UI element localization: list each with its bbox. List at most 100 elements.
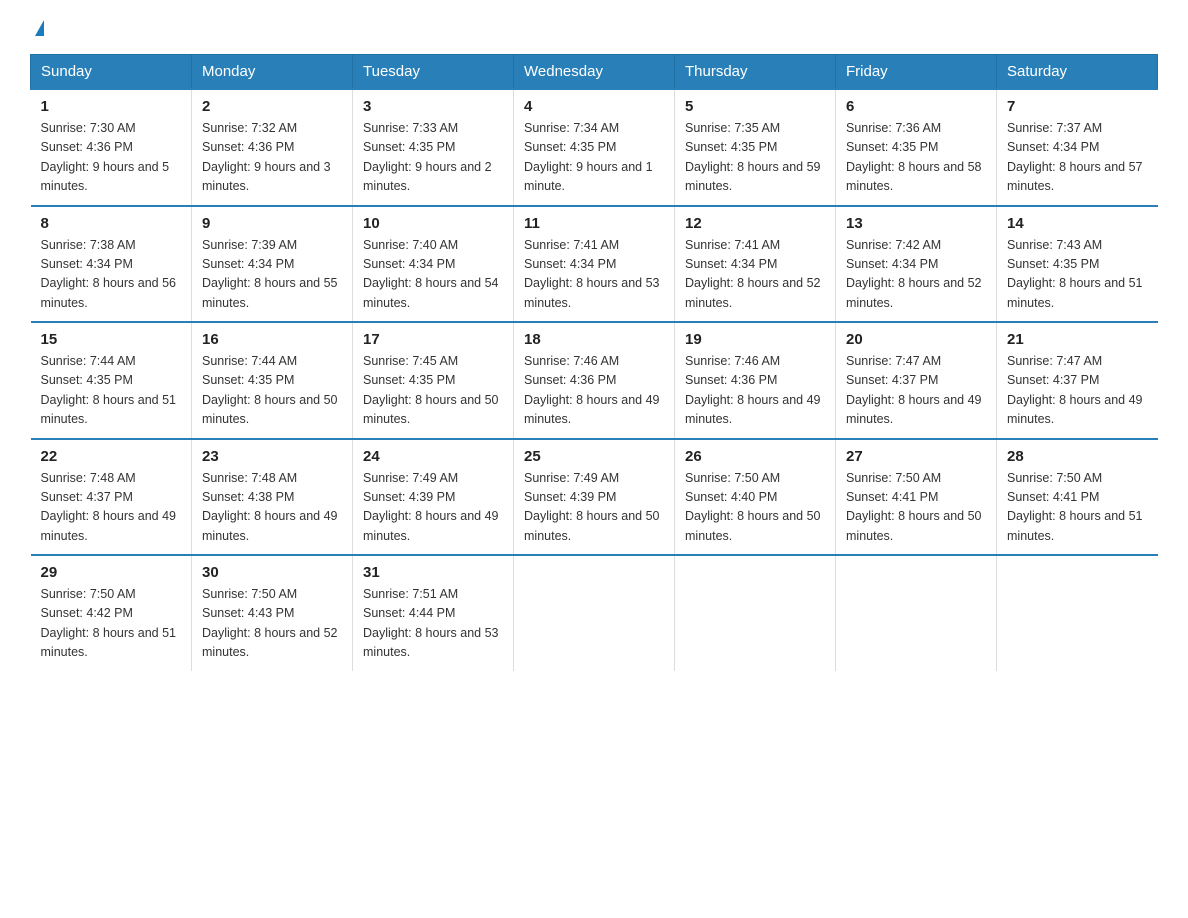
day-info: Sunrise: 7:34 AMSunset: 4:35 PMDaylight:…: [524, 119, 664, 197]
calendar-cell: 7 Sunrise: 7:37 AMSunset: 4:34 PMDaylight…: [997, 89, 1158, 206]
calendar-cell: 8 Sunrise: 7:38 AMSunset: 4:34 PMDaylight…: [31, 206, 192, 323]
day-info: Sunrise: 7:50 AMSunset: 4:43 PMDaylight:…: [202, 585, 342, 663]
header-thursday: Thursday: [675, 55, 836, 90]
day-number: 18: [524, 331, 664, 348]
header-wednesday: Wednesday: [514, 55, 675, 90]
day-info: Sunrise: 7:32 AMSunset: 4:36 PMDaylight:…: [202, 119, 342, 197]
day-number: 30: [202, 564, 342, 581]
day-info: Sunrise: 7:50 AMSunset: 4:41 PMDaylight:…: [1007, 469, 1148, 547]
day-number: 10: [363, 215, 503, 232]
calendar-cell: [514, 555, 675, 671]
calendar-cell: 6 Sunrise: 7:36 AMSunset: 4:35 PMDaylight…: [836, 89, 997, 206]
day-info: Sunrise: 7:48 AMSunset: 4:37 PMDaylight:…: [41, 469, 182, 547]
calendar-cell: 29 Sunrise: 7:50 AMSunset: 4:42 PMDayligh…: [31, 555, 192, 671]
calendar-cell: 11 Sunrise: 7:41 AMSunset: 4:34 PMDayligh…: [514, 206, 675, 323]
calendar-cell: 9 Sunrise: 7:39 AMSunset: 4:34 PMDaylight…: [192, 206, 353, 323]
day-number: 6: [846, 98, 986, 115]
day-number: 29: [41, 564, 182, 581]
day-info: Sunrise: 7:51 AMSunset: 4:44 PMDaylight:…: [363, 585, 503, 663]
week-row-3: 15 Sunrise: 7:44 AMSunset: 4:35 PMDayligh…: [31, 322, 1158, 439]
calendar-cell: 21Sunrise: 7:47 AMSunset: 4:37 PMDayligh…: [997, 322, 1158, 439]
day-number: 3: [363, 98, 503, 115]
day-info: Sunrise: 7:33 AMSunset: 4:35 PMDaylight:…: [363, 119, 503, 197]
logo-triangle-icon: [35, 20, 44, 36]
calendar-cell: 27Sunrise: 7:50 AMSunset: 4:41 PMDayligh…: [836, 439, 997, 556]
day-info: Sunrise: 7:49 AMSunset: 4:39 PMDaylight:…: [524, 469, 664, 547]
header-saturday: Saturday: [997, 55, 1158, 90]
calendar-header-row: SundayMondayTuesdayWednesdayThursdayFrid…: [31, 55, 1158, 90]
day-info: Sunrise: 7:49 AMSunset: 4:39 PMDaylight:…: [363, 469, 503, 547]
day-info: Sunrise: 7:48 AMSunset: 4:38 PMDaylight:…: [202, 469, 342, 547]
calendar-cell: 23 Sunrise: 7:48 AMSunset: 4:38 PMDayligh…: [192, 439, 353, 556]
day-number: 17: [363, 331, 503, 348]
day-number: 24: [363, 448, 503, 465]
day-info: Sunrise: 7:41 AMSunset: 4:34 PMDaylight:…: [685, 236, 825, 314]
week-row-5: 29 Sunrise: 7:50 AMSunset: 4:42 PMDayligh…: [31, 555, 1158, 671]
day-number: 1: [41, 98, 182, 115]
day-number: 15: [41, 331, 182, 348]
calendar-cell: 3 Sunrise: 7:33 AMSunset: 4:35 PMDaylight…: [353, 89, 514, 206]
day-number: 26: [685, 448, 825, 465]
day-number: 4: [524, 98, 664, 115]
day-info: Sunrise: 7:46 AMSunset: 4:36 PMDaylight:…: [685, 352, 825, 430]
week-row-2: 8 Sunrise: 7:38 AMSunset: 4:34 PMDaylight…: [31, 206, 1158, 323]
header-sunday: Sunday: [31, 55, 192, 90]
calendar-cell: [836, 555, 997, 671]
day-info: Sunrise: 7:41 AMSunset: 4:34 PMDaylight:…: [524, 236, 664, 314]
calendar-cell: 10 Sunrise: 7:40 AMSunset: 4:34 PMDayligh…: [353, 206, 514, 323]
day-number: 9: [202, 215, 342, 232]
calendar-cell: 13 Sunrise: 7:42 AMSunset: 4:34 PMDayligh…: [836, 206, 997, 323]
day-number: 7: [1007, 98, 1148, 115]
day-number: 20: [846, 331, 986, 348]
day-number: 5: [685, 98, 825, 115]
calendar-cell: 24 Sunrise: 7:49 AMSunset: 4:39 PMDayligh…: [353, 439, 514, 556]
header-friday: Friday: [836, 55, 997, 90]
day-number: 14: [1007, 215, 1148, 232]
day-number: 13: [846, 215, 986, 232]
day-number: 23: [202, 448, 342, 465]
calendar-cell: 1 Sunrise: 7:30 AMSunset: 4:36 PMDaylight…: [31, 89, 192, 206]
header-tuesday: Tuesday: [353, 55, 514, 90]
day-number: 25: [524, 448, 664, 465]
calendar-cell: 5 Sunrise: 7:35 AMSunset: 4:35 PMDaylight…: [675, 89, 836, 206]
calendar-cell: 12 Sunrise: 7:41 AMSunset: 4:34 PMDayligh…: [675, 206, 836, 323]
day-number: 2: [202, 98, 342, 115]
day-info: Sunrise: 7:44 AMSunset: 4:35 PMDaylight:…: [202, 352, 342, 430]
page-header: [30, 20, 1158, 34]
day-info: Sunrise: 7:35 AMSunset: 4:35 PMDaylight:…: [685, 119, 825, 197]
calendar-cell: 17Sunrise: 7:45 AMSunset: 4:35 PMDayligh…: [353, 322, 514, 439]
day-info: Sunrise: 7:47 AMSunset: 4:37 PMDaylight:…: [1007, 352, 1148, 430]
day-info: Sunrise: 7:39 AMSunset: 4:34 PMDaylight:…: [202, 236, 342, 314]
calendar-cell: 20 Sunrise: 7:47 AMSunset: 4:37 PMDayligh…: [836, 322, 997, 439]
header-monday: Monday: [192, 55, 353, 90]
day-info: Sunrise: 7:47 AMSunset: 4:37 PMDaylight:…: [846, 352, 986, 430]
calendar-cell: 2 Sunrise: 7:32 AMSunset: 4:36 PMDaylight…: [192, 89, 353, 206]
day-info: Sunrise: 7:50 AMSunset: 4:42 PMDaylight:…: [41, 585, 182, 663]
day-number: 22: [41, 448, 182, 465]
day-info: Sunrise: 7:42 AMSunset: 4:34 PMDaylight:…: [846, 236, 986, 314]
day-info: Sunrise: 7:46 AMSunset: 4:36 PMDaylight:…: [524, 352, 664, 430]
calendar-cell: [675, 555, 836, 671]
day-info: Sunrise: 7:44 AMSunset: 4:35 PMDaylight:…: [41, 352, 182, 430]
day-number: 28: [1007, 448, 1148, 465]
calendar-cell: 25 Sunrise: 7:49 AMSunset: 4:39 PMDayligh…: [514, 439, 675, 556]
calendar-cell: 4 Sunrise: 7:34 AMSunset: 4:35 PMDaylight…: [514, 89, 675, 206]
day-number: 19: [685, 331, 825, 348]
day-info: Sunrise: 7:38 AMSunset: 4:34 PMDaylight:…: [41, 236, 182, 314]
calendar-cell: 28 Sunrise: 7:50 AMSunset: 4:41 PMDayligh…: [997, 439, 1158, 556]
day-number: 8: [41, 215, 182, 232]
logo: [30, 20, 44, 34]
day-info: Sunrise: 7:50 AMSunset: 4:40 PMDaylight:…: [685, 469, 825, 547]
day-info: Sunrise: 7:37 AMSunset: 4:34 PMDaylight:…: [1007, 119, 1148, 197]
calendar-cell: 26 Sunrise: 7:50 AMSunset: 4:40 PMDayligh…: [675, 439, 836, 556]
calendar-cell: 18 Sunrise: 7:46 AMSunset: 4:36 PMDayligh…: [514, 322, 675, 439]
calendar-cell: 31Sunrise: 7:51 AMSunset: 4:44 PMDayligh…: [353, 555, 514, 671]
day-info: Sunrise: 7:36 AMSunset: 4:35 PMDaylight:…: [846, 119, 986, 197]
day-number: 11: [524, 215, 664, 232]
calendar-table: SundayMondayTuesdayWednesdayThursdayFrid…: [30, 54, 1158, 671]
calendar-cell: 16Sunrise: 7:44 AMSunset: 4:35 PMDayligh…: [192, 322, 353, 439]
calendar-cell: [997, 555, 1158, 671]
day-info: Sunrise: 7:40 AMSunset: 4:34 PMDaylight:…: [363, 236, 503, 314]
day-number: 12: [685, 215, 825, 232]
day-info: Sunrise: 7:30 AMSunset: 4:36 PMDaylight:…: [41, 119, 182, 197]
